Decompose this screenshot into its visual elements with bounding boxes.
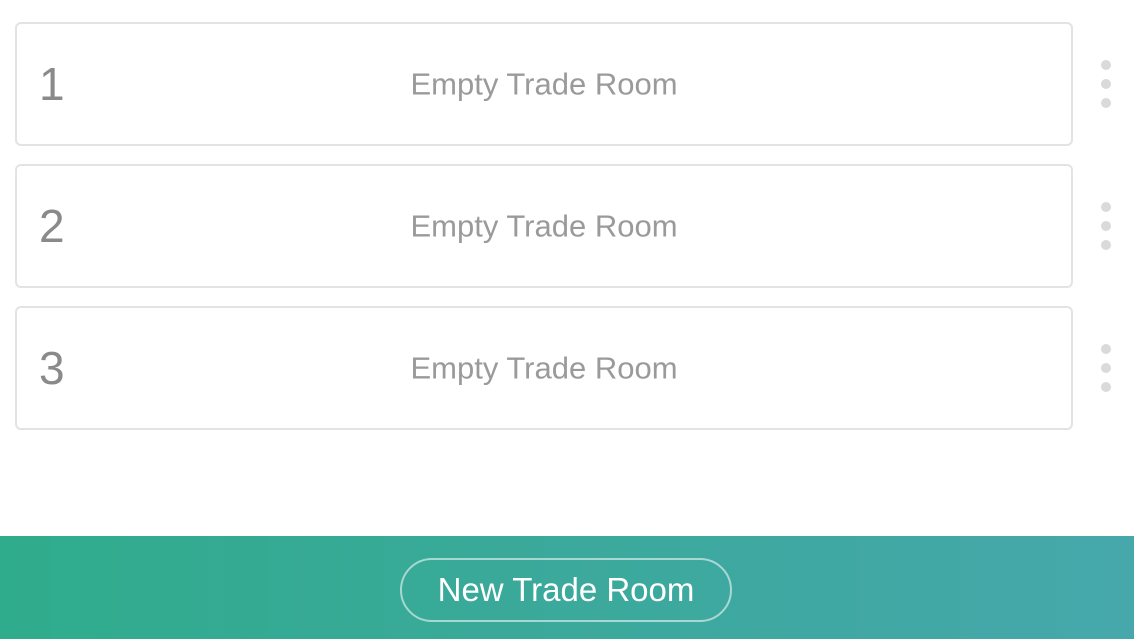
trade-room-row: 1 Empty Trade Room <box>15 22 1134 146</box>
more-vertical-icon[interactable] <box>1093 58 1119 110</box>
trade-rooms-screen: 1 Empty Trade Room 2 Empty Trade Room 3 … <box>0 0 1134 639</box>
trade-room-card[interactable]: 3 Empty Trade Room <box>15 306 1073 430</box>
menu-dot <box>1101 382 1111 392</box>
new-trade-room-button[interactable]: New Trade Room <box>400 558 732 622</box>
trade-room-row: 2 Empty Trade Room <box>15 164 1134 288</box>
menu-dot <box>1101 344 1111 354</box>
trade-room-label: Empty Trade Room <box>410 66 678 102</box>
trade-room-label: Empty Trade Room <box>410 208 678 244</box>
menu-dot <box>1101 60 1111 70</box>
trade-room-card[interactable]: 2 Empty Trade Room <box>15 164 1073 288</box>
menu-dot <box>1101 363 1111 373</box>
trade-room-label: Empty Trade Room <box>410 350 678 386</box>
menu-dot <box>1101 202 1111 212</box>
trade-room-row: 3 Empty Trade Room <box>15 306 1134 430</box>
menu-dot <box>1101 221 1111 231</box>
menu-dot <box>1101 240 1111 250</box>
trade-room-card[interactable]: 1 Empty Trade Room <box>15 22 1073 146</box>
more-vertical-icon[interactable] <box>1093 200 1119 252</box>
menu-dot <box>1101 79 1111 89</box>
footer-bar: New Trade Room <box>0 536 1134 639</box>
more-vertical-icon[interactable] <box>1093 342 1119 394</box>
menu-dot <box>1101 98 1111 108</box>
